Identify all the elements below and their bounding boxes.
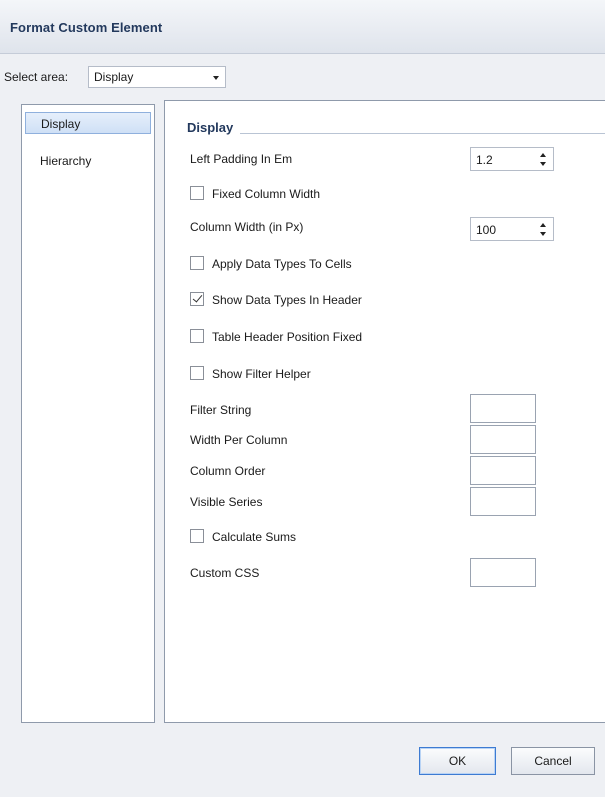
width-per-column-label: Width Per Column <box>190 433 288 447</box>
show-data-types-checkbox[interactable] <box>190 292 204 306</box>
format-custom-element-dialog: Format Custom Element Select area: Displ… <box>0 0 605 797</box>
select-area-value: Display <box>94 70 134 84</box>
dialog-titlebar: Format Custom Element <box>0 0 605 54</box>
cancel-button[interactable]: Cancel <box>511 747 595 775</box>
ok-button[interactable]: OK <box>419 747 496 775</box>
left-padding-spinner[interactable]: 1.2 <box>470 147 554 171</box>
width-per-column-field[interactable] <box>470 425 536 454</box>
left-padding-value: 1.2 <box>476 153 493 167</box>
column-width-label: Column Width (in Px) <box>190 220 304 234</box>
apply-data-types-checkbox[interactable] <box>190 256 204 270</box>
fixed-column-width-label: Fixed Column Width <box>212 187 321 201</box>
column-order-field[interactable] <box>470 456 536 485</box>
section-divider <box>240 133 605 134</box>
nav-item-display[interactable]: Display <box>25 112 151 134</box>
show-filter-helper-label: Show Filter Helper <box>212 367 311 381</box>
calculate-sums-label: Calculate Sums <box>212 530 297 544</box>
section-title: Display <box>187 120 234 135</box>
show-filter-helper-checkbox[interactable] <box>190 366 204 380</box>
left-padding-label: Left Padding In Em <box>190 152 293 166</box>
spin-down-icon[interactable] <box>540 232 546 236</box>
column-order-label: Column Order <box>190 464 266 478</box>
display-settings-panel: Display Left Padding In Em 1.2 Fixed Col… <box>164 100 605 723</box>
spin-down-icon[interactable] <box>540 162 546 166</box>
apply-data-types-label: Apply Data Types To Cells <box>212 257 352 271</box>
column-width-spinner[interactable]: 100 <box>470 217 554 241</box>
chevron-down-icon <box>213 76 219 80</box>
select-area-dropdown[interactable]: Display <box>88 66 226 88</box>
calculate-sums-checkbox[interactable] <box>190 529 204 543</box>
filter-string-field[interactable] <box>470 394 536 423</box>
select-area-label: Select area: <box>4 70 69 84</box>
column-width-value: 100 <box>476 223 497 237</box>
custom-css-label: Custom CSS <box>190 566 260 580</box>
table-header-fixed-label: Table Header Position Fixed <box>212 330 363 344</box>
spin-up-icon[interactable] <box>540 153 546 157</box>
dialog-title: Format Custom Element <box>10 20 163 35</box>
visible-series-field[interactable] <box>470 487 536 516</box>
filter-string-label: Filter String <box>190 403 252 417</box>
custom-css-field[interactable] <box>470 558 536 587</box>
fixed-column-width-checkbox[interactable] <box>190 186 204 200</box>
nav-item-hierarchy[interactable]: Hierarchy <box>25 150 151 172</box>
table-header-fixed-checkbox[interactable] <box>190 329 204 343</box>
show-data-types-label: Show Data Types In Header <box>212 293 362 307</box>
visible-series-label: Visible Series <box>190 495 263 509</box>
spin-up-icon[interactable] <box>540 223 546 227</box>
area-nav-list: Display Hierarchy <box>21 104 155 723</box>
